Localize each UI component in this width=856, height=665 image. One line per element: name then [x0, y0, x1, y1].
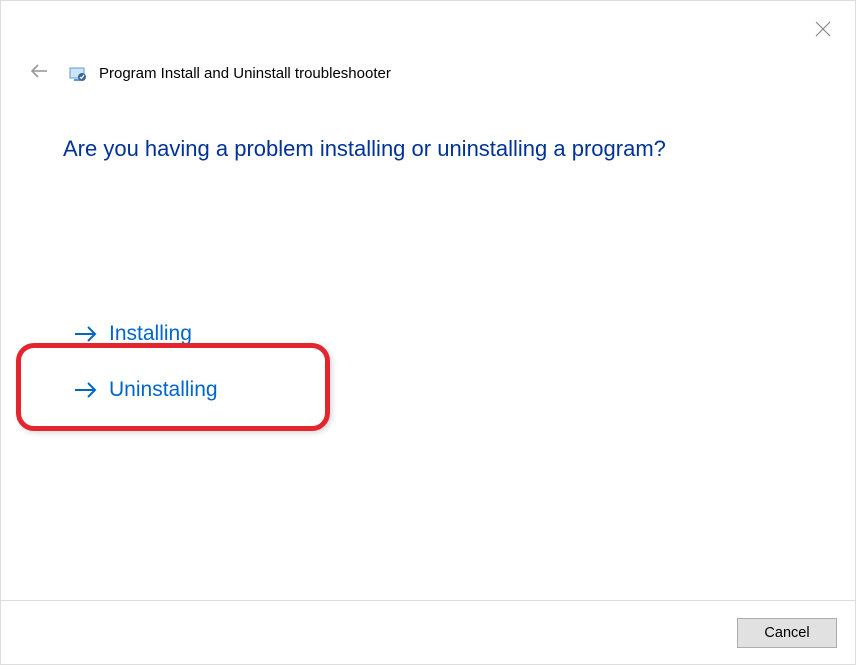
window-title: Program Install and Uninstall troublesho… [99, 65, 391, 82]
back-button[interactable] [25, 59, 53, 88]
troubleshooter-icon [69, 65, 87, 83]
arrow-right-icon [73, 380, 99, 400]
options-list: Installing Uninstalling [63, 322, 795, 402]
option-label: Uninstalling [109, 378, 218, 402]
option-uninstalling[interactable]: Uninstalling [73, 378, 218, 402]
content-area: Are you having a problem installing or u… [1, 88, 855, 402]
option-label: Installing [109, 322, 192, 346]
cancel-button[interactable]: Cancel [737, 618, 837, 648]
close-icon [815, 21, 831, 37]
option-installing[interactable]: Installing [73, 322, 192, 346]
header: Program Install and Uninstall troublesho… [1, 1, 855, 88]
back-arrow-icon [29, 63, 49, 79]
footer: Cancel [1, 600, 855, 664]
close-button[interactable] [811, 17, 835, 41]
question-heading: Are you having a problem installing or u… [63, 136, 795, 162]
arrow-right-icon [73, 324, 99, 344]
